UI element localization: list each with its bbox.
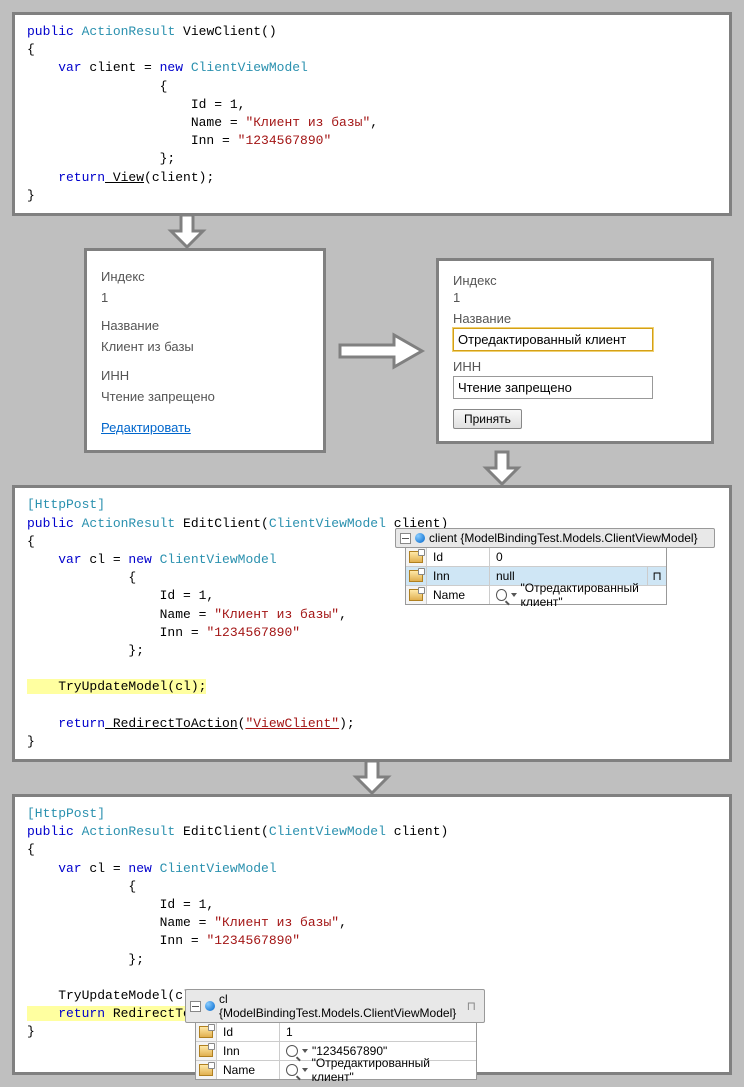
edit-inn-label: ИНН — [453, 359, 697, 374]
magnifier-icon[interactable] — [286, 1064, 298, 1076]
edit-inn-input[interactable] — [453, 376, 653, 399]
object-icon — [205, 1001, 215, 1011]
arrow-1 — [12, 213, 732, 251]
arrow-3 — [12, 450, 732, 488]
pin-icon[interactable]: ⊓ — [467, 999, 476, 1013]
code-block-1: public ActionResult ViewClient() { var c… — [27, 23, 717, 205]
submit-button[interactable]: Принять — [453, 409, 522, 429]
edit-name-input[interactable] — [453, 328, 653, 351]
collapse-icon[interactable] — [190, 1001, 201, 1012]
arrow-4 — [12, 759, 732, 797]
view-index-value: 1 — [101, 288, 309, 309]
tooltip-row: Name "Отредактированный клиент" — [406, 585, 666, 604]
property-icon — [409, 570, 423, 582]
property-icon — [199, 1064, 213, 1076]
property-icon — [199, 1045, 213, 1057]
view-inn-label: ИНН — [101, 366, 309, 387]
code-panel-2: [HttpPost] public ActionResult EditClien… — [12, 485, 732, 762]
magnifier-icon[interactable] — [286, 1045, 298, 1057]
debugger-tooltip-client: client {ModelBindingTest.Models.ClientVi… — [395, 528, 715, 605]
magnifier-icon[interactable] — [496, 589, 507, 601]
tooltip-row: Name "Отредактированный клиент" — [196, 1060, 476, 1079]
edit-index-value: 1 — [453, 290, 697, 305]
dropdown-icon[interactable] — [511, 593, 517, 597]
tooltip-row: Id 0 — [406, 548, 666, 566]
view-inn-value: Чтение запрещено — [101, 387, 309, 408]
tooltip-row: Id 1 — [196, 1023, 476, 1041]
edit-name-label: Название — [453, 311, 697, 326]
edit-index-label: Индекс — [453, 273, 697, 288]
property-icon — [199, 1026, 213, 1038]
property-icon — [409, 589, 423, 601]
view-client-panel: Индекс 1 Название Клиент из базы ИНН Чте… — [84, 248, 326, 454]
property-icon — [409, 551, 423, 563]
view-index-label: Индекс — [101, 267, 309, 288]
arrow-2 — [326, 331, 436, 371]
dropdown-icon[interactable] — [302, 1049, 308, 1053]
collapse-icon[interactable] — [400, 533, 411, 544]
debugger-tooltip-cl: cl {ModelBindingTest.Models.ClientViewMo… — [185, 989, 485, 1080]
tooltip-header: client {ModelBindingTest.Models.ClientVi… — [395, 528, 715, 548]
tooltip-header: cl {ModelBindingTest.Models.ClientViewMo… — [185, 989, 485, 1023]
dropdown-icon[interactable] — [302, 1068, 308, 1072]
code-panel-1: public ActionResult ViewClient() { var c… — [12, 12, 732, 216]
object-icon — [415, 533, 425, 543]
view-name-label: Название — [101, 316, 309, 337]
edit-link[interactable]: Редактировать — [101, 420, 191, 435]
code-panel-3: [HttpPost] public ActionResult EditClien… — [12, 794, 732, 1074]
view-name-value: Клиент из базы — [101, 337, 309, 358]
edit-client-panel: Индекс 1 Название ИНН Принять — [436, 258, 714, 444]
